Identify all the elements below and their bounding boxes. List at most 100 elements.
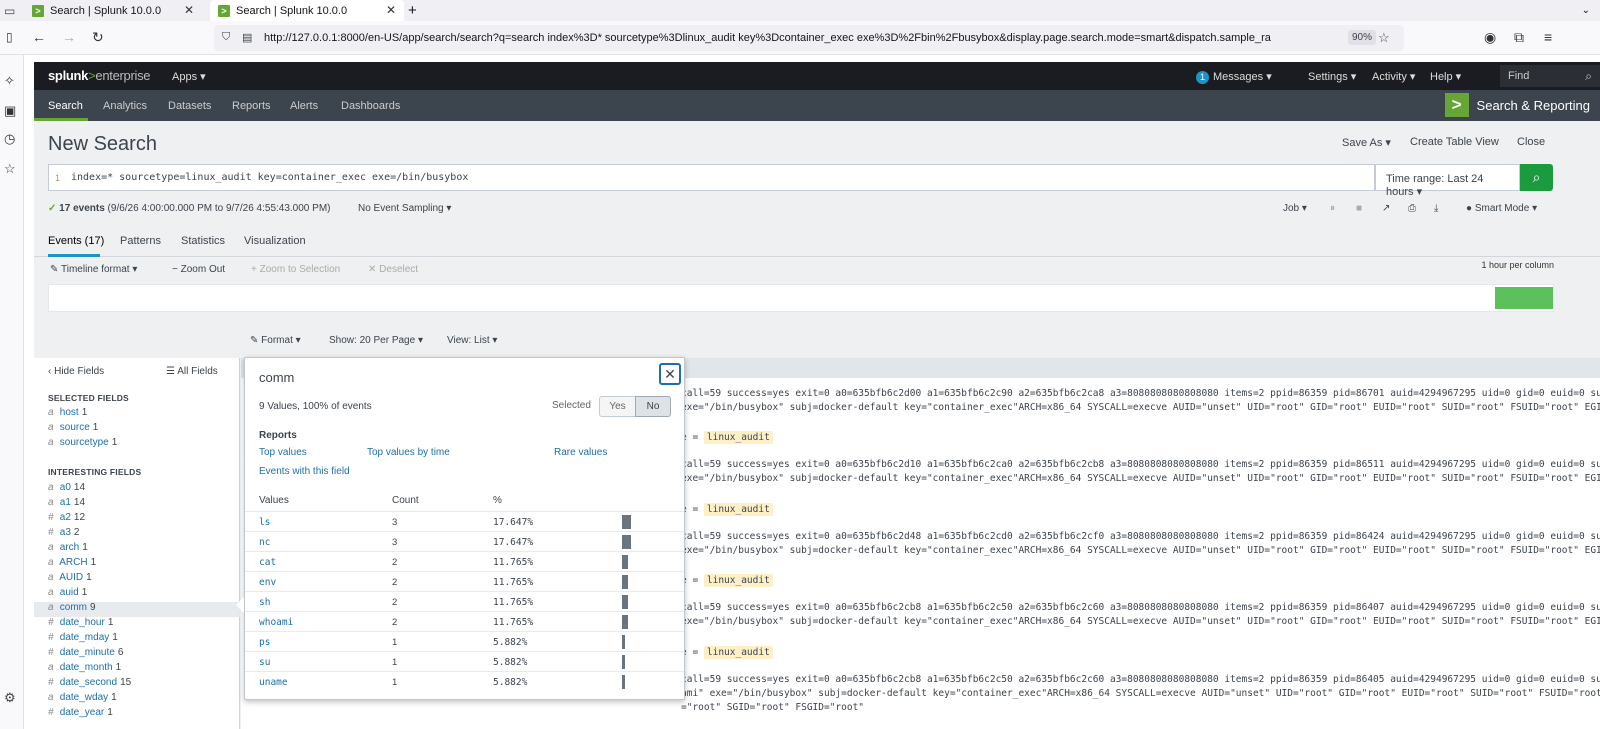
gear-icon[interactable]: ⚙ [4, 690, 16, 706]
selected-yes-button[interactable]: Yes [599, 396, 636, 417]
value-link[interactable]: ls [259, 517, 270, 528]
tab-events[interactable]: Events (17) [48, 235, 104, 247]
field-item[interactable]: a date_wday 1 [48, 692, 238, 707]
rare-values-link[interactable]: Rare values [554, 447, 607, 458]
selected-no-button[interactable]: No [635, 396, 671, 417]
create-table-view-button[interactable]: Create Table View [1410, 136, 1499, 148]
value-row[interactable]: su 1 5.882% [245, 651, 684, 671]
value-link[interactable]: sh [259, 597, 270, 608]
app-nav-alerts[interactable]: Alerts [290, 100, 318, 112]
timeline-format-menu[interactable]: ✎ Timeline format ▾ [50, 264, 137, 275]
field-item[interactable]: # a2 12 [48, 512, 238, 527]
search-icon[interactable]: ⌕ [1585, 69, 1592, 84]
zoom-out-button[interactable]: − Zoom Out [172, 264, 225, 275]
zoom-level[interactable]: 90% [1348, 30, 1377, 45]
sourcetype-value[interactable]: linux_audit [703, 503, 773, 516]
browser-tab-1[interactable]: > Search | Splunk 10.0.0 ✕ [32, 0, 202, 21]
activity-menu[interactable]: Activity ▾ [1372, 70, 1415, 83]
zoom-to-selection-button[interactable]: + Zoom to Selection [251, 264, 340, 275]
page-info-icon[interactable]: ▤ [242, 31, 252, 44]
job-menu[interactable]: Job ▾ [1283, 203, 1307, 214]
messages-menu[interactable]: 1 Messages ▾ [1196, 70, 1272, 84]
value-link[interactable]: env [259, 577, 276, 588]
field-item[interactable]: a a0 14 [48, 482, 238, 497]
value-row[interactable]: ps 1 5.882% [245, 631, 684, 651]
bookmark-star-icon[interactable]: ☆ [1378, 30, 1390, 46]
back-icon[interactable]: ← [32, 29, 46, 45]
field-item[interactable]: a source 1 [48, 422, 238, 437]
field-item[interactable]: # date_year 1 [48, 707, 238, 722]
chevron-down-icon[interactable]: ⌄ [1582, 0, 1590, 21]
sidebar-toggle-icon[interactable]: ▯ [6, 30, 13, 44]
value-row[interactable]: ls 3 17.647% [245, 511, 684, 531]
value-link[interactable]: su [259, 657, 270, 668]
history-icon[interactable]: ◷ [4, 131, 15, 147]
run-search-button[interactable]: ⌕ [1520, 164, 1553, 191]
ai-chat-icon[interactable]: ✧ [4, 73, 15, 89]
value-row[interactable]: cat 2 11.765% [245, 551, 684, 571]
sourcetype-value[interactable]: linux_audit [703, 574, 773, 587]
sourcetype-value[interactable]: linux_audit [703, 431, 773, 444]
stop-icon[interactable]: ■ [1356, 203, 1362, 214]
value-row[interactable]: env 2 11.765% [245, 571, 684, 591]
top-values-link[interactable]: Top values [259, 447, 307, 458]
search-mode-menu[interactable]: ● Smart Mode ▾ [1466, 203, 1537, 214]
value-link[interactable]: cat [259, 557, 276, 568]
new-tab-icon[interactable]: + [408, 0, 417, 21]
field-item[interactable]: # date_second 15 [48, 677, 238, 692]
synced-tabs-icon[interactable]: ▣ [4, 103, 16, 119]
value-link[interactable]: uname [259, 677, 288, 688]
apps-menu[interactable]: Apps ▾ [172, 70, 206, 83]
app-nav-dashboards[interactable]: Dashboards [341, 100, 400, 112]
field-item[interactable]: # date_mday 1 [48, 632, 238, 647]
field-item[interactable]: a comm 9 [34, 602, 240, 617]
app-title[interactable]: > Search & Reporting [1444, 92, 1590, 118]
events-with-field-link[interactable]: Events with this field [259, 466, 350, 477]
url-bar[interactable]: ⛉ ▤ http://127.0.0.1:8000/en-US/app/sear… [214, 25, 1404, 51]
tab-list-icon[interactable]: ▭ [4, 4, 15, 18]
field-item[interactable]: # date_hour 1 [48, 617, 238, 632]
view-menu[interactable]: View: List ▾ [447, 335, 497, 346]
value-link[interactable]: ps [259, 637, 270, 648]
save-as-button[interactable]: Save As ▾ [1342, 136, 1391, 149]
tab-visualization[interactable]: Visualization [244, 235, 306, 247]
tab-statistics[interactable]: Statistics [181, 235, 225, 247]
field-item[interactable]: # a3 2 [48, 527, 238, 542]
close-button[interactable]: Close [1517, 136, 1545, 148]
field-item[interactable]: a host 1 [48, 407, 238, 422]
help-menu[interactable]: Help ▾ [1430, 70, 1461, 83]
hide-fields-button[interactable]: ‹ Hide Fields [48, 366, 104, 377]
close-icon[interactable]: ✕ [659, 363, 681, 385]
extensions-icon[interactable]: ⧉ [1514, 29, 1524, 46]
share-icon[interactable]: ↗ [1382, 203, 1390, 214]
value-link[interactable]: whoami [259, 617, 293, 628]
format-menu[interactable]: ✎ Format ▾ [250, 335, 301, 346]
timeline-chart[interactable] [48, 284, 1554, 312]
value-row[interactable]: sh 2 11.765% [245, 591, 684, 611]
splunk-logo[interactable]: splunk>enterprise [48, 68, 151, 83]
tab-patterns[interactable]: Patterns [120, 235, 161, 247]
settings-menu[interactable]: Settings ▾ [1308, 70, 1356, 83]
time-range-picker[interactable]: Time range: Last 24 hours ▾ [1375, 164, 1520, 198]
event-sampling-menu[interactable]: No Event Sampling ▾ [358, 203, 451, 214]
app-nav-reports[interactable]: Reports [232, 100, 271, 112]
per-page-menu[interactable]: Show: 20 Per Page ▾ [329, 335, 423, 346]
close-tab-icon[interactable]: ✕ [184, 3, 194, 17]
value-link[interactable]: nc [259, 537, 270, 548]
find-input[interactable]: Find ⌕ [1500, 65, 1600, 87]
close-tab-icon[interactable]: ✕ [386, 3, 396, 17]
field-item[interactable]: a a1 14 [48, 497, 238, 512]
sourcetype-value[interactable]: linux_audit [703, 646, 773, 659]
app-nav-analytics[interactable]: Analytics [103, 100, 147, 112]
menu-icon[interactable]: ≡ [1544, 29, 1552, 45]
field-item[interactable]: a AUID 1 [48, 572, 238, 587]
app-nav-search[interactable]: Search [48, 100, 83, 112]
app-nav-datasets[interactable]: Datasets [168, 100, 211, 112]
bookmarks-icon[interactable]: ☆ [4, 161, 16, 177]
field-item[interactable]: a date_month 1 [48, 662, 238, 677]
field-item[interactable]: a ARCH 1 [48, 557, 238, 572]
export-icon[interactable]: ⤓ [1434, 203, 1438, 214]
account-icon[interactable]: ◉ [1484, 29, 1496, 46]
reload-icon[interactable]: ↻ [92, 29, 104, 46]
forward-icon[interactable]: → [62, 29, 76, 45]
